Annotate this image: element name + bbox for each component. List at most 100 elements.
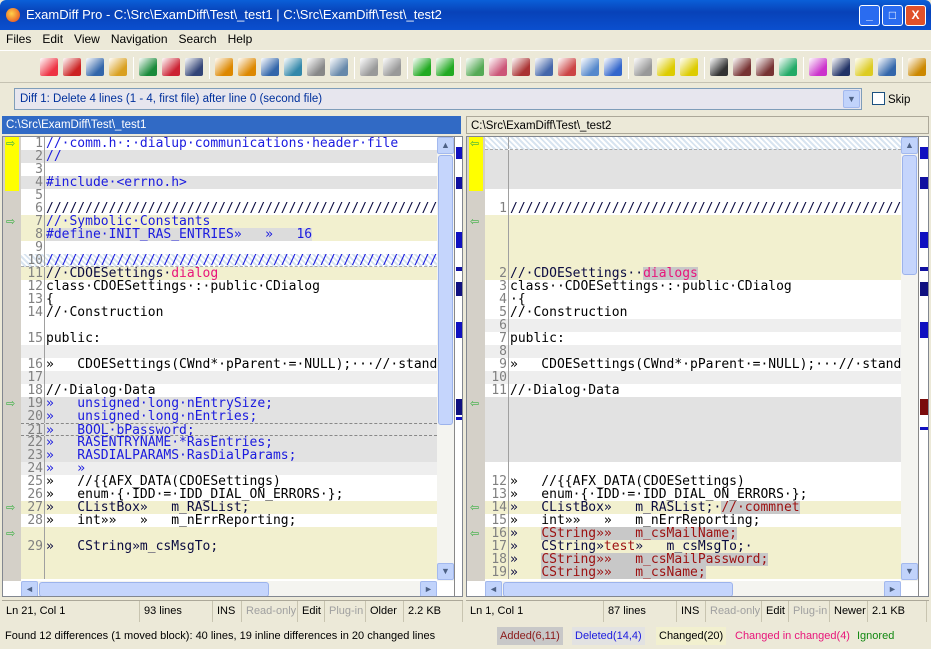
save-second-icon[interactable] <box>162 58 180 76</box>
code-line[interactable]: 2// <box>21 150 437 163</box>
code-line[interactable] <box>485 137 901 150</box>
menu-navigation[interactable]: Navigation <box>106 30 173 49</box>
copy-right-arrow-icon[interactable]: ⇨ <box>6 217 18 228</box>
copy-left-arrow-icon[interactable]: ⇦ <box>470 399 482 410</box>
copy-right-arrow-icon[interactable]: ⇨ <box>6 529 18 540</box>
code-line[interactable]: 21» BOOL·bPassword; <box>21 423 437 437</box>
merge-icon[interactable] <box>284 58 302 76</box>
word-wrap-icon[interactable] <box>832 58 850 76</box>
current-diff-icon[interactable] <box>657 58 675 76</box>
minimize-button[interactable]: _ <box>859 5 880 26</box>
scroll-right-button[interactable]: ► <box>884 581 901 596</box>
filter-icon[interactable] <box>581 58 599 76</box>
code-line[interactable] <box>485 436 901 449</box>
menu-files[interactable]: Files <box>1 30 36 49</box>
code-line[interactable] <box>21 345 437 358</box>
copy-left-arrow-icon[interactable]: ⇦ <box>470 529 482 540</box>
scroll-left-button[interactable]: ◄ <box>21 581 38 596</box>
code-line[interactable]: 24» » <box>21 462 437 475</box>
previous-diff-icon[interactable] <box>634 58 652 76</box>
horizontal-view-icon[interactable] <box>535 58 553 76</box>
code-line[interactable]: 17 <box>21 371 437 384</box>
diff-selector[interactable]: Diff 1: Delete 4 lines (1 - 4, first fil… <box>14 88 862 110</box>
scroll-thumb[interactable] <box>39 582 269 596</box>
code-line[interactable]: 6 <box>485 319 901 332</box>
print-preview-icon[interactable] <box>330 58 348 76</box>
code-line[interactable] <box>485 254 901 267</box>
right-file-pane[interactable]: ⇦ ⇦ ⇦ ⇦ ⇦ 1/////////////////////////////////… <box>466 136 929 597</box>
code-line[interactable] <box>485 449 901 462</box>
code-line[interactable]: 14//·Construction <box>21 306 437 319</box>
code-line[interactable]: 11//·Dialog·Data <box>485 384 901 397</box>
scroll-up-button[interactable]: ▲ <box>901 137 918 154</box>
options-view-icon[interactable] <box>604 58 622 76</box>
new-comparison-icon[interactable] <box>40 58 58 76</box>
scroll-right-button[interactable]: ► <box>420 581 437 596</box>
edit-first-icon[interactable] <box>215 58 233 76</box>
code-line[interactable]: 3 <box>21 163 437 176</box>
maximize-button[interactable]: □ <box>882 5 903 26</box>
code-line[interactable] <box>485 228 901 241</box>
open-folder-icon[interactable] <box>109 58 127 76</box>
code-line[interactable] <box>485 215 901 228</box>
code-line[interactable] <box>485 176 901 189</box>
refresh-icon[interactable] <box>779 58 797 76</box>
find-previous-icon[interactable] <box>756 58 774 76</box>
right-horizontal-scrollbar[interactable]: ◄ ► <box>485 581 901 596</box>
code-line[interactable]: 18» CString»» m_csMailPassword; <box>485 553 901 566</box>
menu-edit[interactable]: Edit <box>37 30 68 49</box>
right-vertical-scrollbar[interactable]: ▲ ▼ <box>901 137 918 581</box>
code-line[interactable]: 3 class··CDOESettings·:·public·CDialog <box>485 280 901 293</box>
code-line[interactable]: 29» CString»m_csMsgTo; <box>21 540 437 553</box>
code-line[interactable]: 15» int»» » m_nErrReporting; <box>485 514 901 527</box>
checkbox-icon[interactable] <box>872 92 885 105</box>
code-line[interactable]: 22» RASENTRYNAME·*RasEntries; <box>21 436 437 449</box>
save-both-icon[interactable] <box>185 58 203 76</box>
code-line[interactable]: 20» unsigned·long·nEntries; <box>21 410 437 423</box>
menu-help[interactable]: Help <box>223 30 258 49</box>
code-line[interactable] <box>485 462 901 475</box>
scroll-thumb[interactable] <box>503 582 733 596</box>
find-next-icon[interactable] <box>733 58 751 76</box>
code-line[interactable]: 12» //{{AFX_DATA(CDOESettings) <box>485 475 901 488</box>
code-line[interactable]: 25» //{{AFX_DATA(CDOESettings) <box>21 475 437 488</box>
code-line[interactable]: 15 public: <box>21 332 437 345</box>
code-line[interactable] <box>485 150 901 163</box>
code-line[interactable]: 8 <box>485 345 901 358</box>
show-second-icon[interactable] <box>489 58 507 76</box>
code-line[interactable]: 2//·CDOESettings··dialogs <box>485 267 901 280</box>
swap-files-icon[interactable] <box>86 58 104 76</box>
left-location-bar[interactable] <box>454 137 462 596</box>
code-line[interactable]: 6///////////////////////////////////////… <box>21 202 437 215</box>
code-line[interactable]: 1//·comm.h·:·dialup·communications·heade… <box>21 137 437 150</box>
code-line[interactable]: 13» enum·{·IDD·=·IDD_DIAL_ON_ERRORS·}; <box>485 488 901 501</box>
redo-icon[interactable] <box>383 58 401 76</box>
code-line[interactable]: 9» CDOESettings(CWnd*·pParent·=·NULL);··… <box>485 358 901 371</box>
code-line[interactable]: 13{ <box>21 293 437 306</box>
copy-right-arrow-icon[interactable]: ⇨ <box>6 399 18 410</box>
scroll-down-button[interactable]: ▼ <box>437 563 454 580</box>
code-line[interactable]: 16» CString»» m_csMailName; <box>485 527 901 540</box>
left-horizontal-scrollbar[interactable]: ◄ ► <box>21 581 437 596</box>
show-first-icon[interactable] <box>466 58 484 76</box>
code-line[interactable]: 10//////////////////////////////////////… <box>21 254 437 267</box>
code-line[interactable] <box>485 189 901 202</box>
code-line[interactable]: 28» int»» » m_nErrReporting; <box>21 514 437 527</box>
copy-right-icon[interactable] <box>413 58 431 76</box>
code-line[interactable]: 18//·Dialog·Data <box>21 384 437 397</box>
color-scheme-icon[interactable] <box>809 58 827 76</box>
scroll-up-button[interactable]: ▲ <box>437 137 454 154</box>
code-line[interactable] <box>485 423 901 436</box>
code-line[interactable]: 19» unsigned·long·nEntrySize; <box>21 397 437 410</box>
close-button[interactable]: X <box>905 5 926 26</box>
menu-view[interactable]: View <box>69 30 105 49</box>
scroll-left-button[interactable]: ◄ <box>485 581 502 596</box>
code-line[interactable]: 16» CDOESettings(CWnd*·pParent·=·NULL);·… <box>21 358 437 371</box>
code-line[interactable]: 10 <box>485 371 901 384</box>
code-line[interactable]: 23» RASDIALPARAMS·RasDialParams; <box>21 449 437 462</box>
copy-left-icon[interactable] <box>436 58 454 76</box>
code-line[interactable] <box>21 319 437 332</box>
code-line[interactable] <box>485 410 901 423</box>
code-line[interactable] <box>485 241 901 254</box>
scroll-down-button[interactable]: ▼ <box>901 563 918 580</box>
